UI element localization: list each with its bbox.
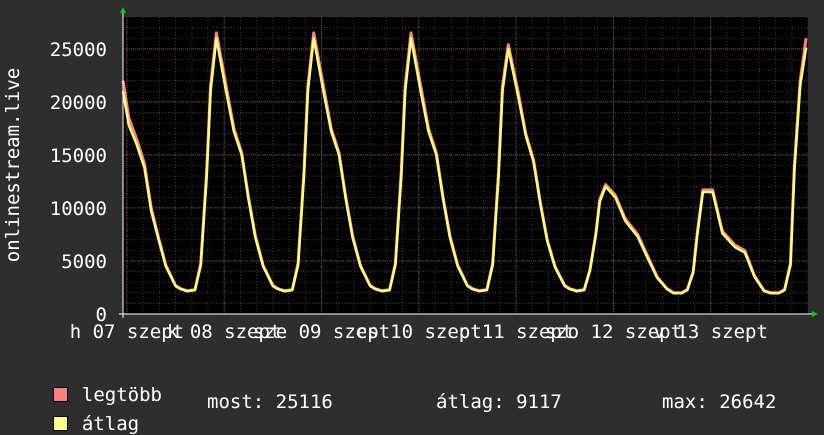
- grid: [123, 17, 809, 315]
- legend-item-avg: átlag: [30, 391, 210, 435]
- stat-current: most: 25116: [207, 391, 333, 413]
- y-axis-label: onlinestream.live: [2, 68, 24, 262]
- legend-label-avg: átlag: [81, 413, 140, 435]
- y-tick-label: 25000: [50, 39, 107, 61]
- y-axis-arrow: [120, 7, 126, 13]
- stat-maximum: max: 26642: [662, 391, 777, 413]
- stat-average: átlag: 9117: [436, 391, 562, 413]
- legend-swatch-avg: [52, 416, 68, 431]
- x-tick-label: v 13 szept: [654, 321, 768, 343]
- y-tick-label: 15000: [50, 145, 107, 167]
- x-axis-arrow: [812, 311, 818, 317]
- y-tick-label: 20000: [50, 92, 107, 114]
- y-tick-label: 5000: [61, 251, 107, 273]
- y-tick-label: 10000: [50, 198, 107, 220]
